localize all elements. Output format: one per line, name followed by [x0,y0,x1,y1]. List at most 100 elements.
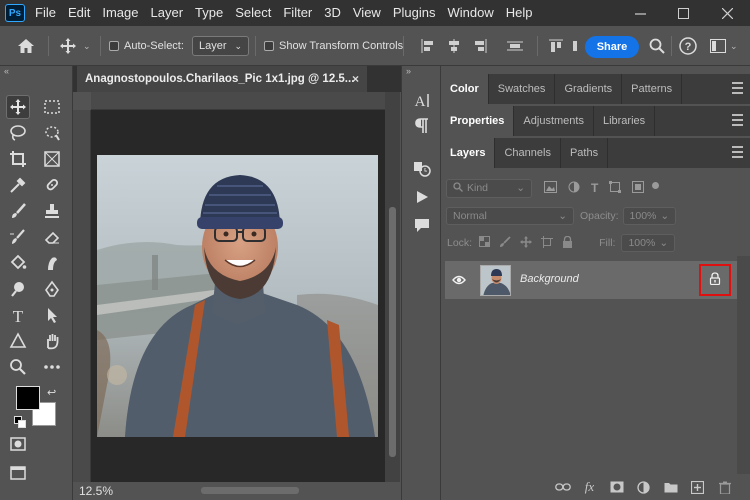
filter-toggle-icon[interactable] [652,181,660,189]
distribute-icon[interactable] [506,26,524,66]
checkbox-icon[interactable] [264,41,274,51]
document-tab[interactable]: Anagnostopoulos.Charilaos_Pic 1x1.jpg @ … [77,66,367,92]
swap-colors-icon[interactable]: ↩ [47,386,56,399]
tab-gradients[interactable]: Gradients [555,74,623,104]
auto-select-checkbox[interactable]: Auto-Select: [109,26,184,66]
marquee-tool-icon[interactable] [40,95,64,119]
dodge-tool-icon[interactable] [6,277,30,301]
layers-scrollbar[interactable] [737,256,750,474]
panel-menu-icon[interactable] [732,146,743,158]
clone-stamp-tool-icon[interactable] [40,199,64,223]
panel-menu-icon[interactable] [732,82,743,94]
tab-libraries[interactable]: Libraries [594,106,656,136]
lock-position-icon[interactable] [520,235,533,251]
link-layers-icon[interactable] [549,477,576,497]
collapse-panel-icon[interactable]: » [406,66,411,76]
screen-mode-icon[interactable] [6,461,30,485]
foreground-color-swatch[interactable] [16,386,40,410]
history-brush-tool-icon[interactable] [6,225,30,249]
character-panel-icon[interactable]: A [412,90,432,110]
tab-adjustments[interactable]: Adjustments [514,106,594,136]
filter-kind-dropdown[interactable]: Kind ⌄ [446,178,532,198]
zoom-level[interactable]: 12.5% [79,484,113,498]
opacity-field[interactable]: 100% ⌄ [622,207,677,225]
tab-color[interactable]: Color [441,74,489,104]
comments-panel-icon[interactable] [412,215,432,235]
align-right-icon[interactable] [472,26,488,66]
photoshop-logo[interactable]: Ps [5,4,25,22]
layer-name[interactable]: Background [520,273,579,285]
move-tool-icon[interactable] [6,95,30,119]
quick-mask-icon[interactable] [6,432,30,456]
show-transform-controls-checkbox[interactable]: Show Transform Controls [264,26,403,66]
horizontal-scroll-thumb[interactable] [201,487,299,494]
lock-artboard-icon[interactable] [541,235,554,251]
close-icon[interactable]: × [352,72,359,86]
path-selection-tool-icon[interactable] [40,303,64,327]
close-window-icon[interactable] [713,0,741,26]
workspace-icon[interactable]: ⌄ [710,26,738,66]
actions-play-icon[interactable] [412,187,432,207]
fill-field[interactable]: 100% ⌄ [621,234,676,252]
new-layer-icon[interactable] [684,477,711,497]
minimize-icon[interactable] [626,0,654,26]
checkbox-icon[interactable] [109,41,119,51]
shape-filter-icon[interactable] [609,180,622,196]
menu-type[interactable]: Type [189,0,229,26]
tab-channels[interactable]: Channels [495,138,561,168]
menu-select[interactable]: Select [229,0,277,26]
triangle-shape-tool-icon[interactable] [6,329,30,353]
adjustment-filter-icon[interactable] [568,181,580,196]
more-tools-icon[interactable] [40,355,64,379]
menu-layer[interactable]: Layer [145,0,190,26]
lock-transparent-pixels-icon[interactable] [479,236,491,250]
canvas-image[interactable] [97,155,378,437]
frame-tool-icon[interactable] [40,147,64,171]
pen-tool-icon[interactable] [40,277,64,301]
menu-filter[interactable]: Filter [277,0,318,26]
menu-edit[interactable]: Edit [62,0,96,26]
lasso-tool-icon[interactable] [6,121,30,145]
maximize-icon[interactable] [669,0,697,26]
blend-mode-dropdown[interactable]: Normal ⌄ [446,207,574,225]
history-panel-icon[interactable] [412,159,432,179]
menu-help[interactable]: Help [500,0,539,26]
new-group-icon[interactable] [657,477,684,497]
tab-layers[interactable]: Layers [441,138,496,168]
chevron-down-icon[interactable]: ⌄ [83,41,91,52]
type-tool-icon[interactable]: T [6,303,30,327]
add-mask-icon[interactable] [603,477,630,497]
brush-tool-icon[interactable] [6,199,30,223]
menu-3d[interactable]: 3D [318,0,347,26]
zoom-tool-icon[interactable] [6,355,30,379]
eye-visibility-icon[interactable] [452,274,466,288]
quick-selection-tool-icon[interactable] [40,121,64,145]
help-icon[interactable]: ? [679,26,697,66]
align-left-icon[interactable] [420,26,436,66]
layer-thumbnail[interactable] [480,265,511,296]
pixel-filter-icon[interactable] [544,180,557,196]
menu-plugins[interactable]: Plugins [387,0,442,26]
tab-swatches[interactable]: Swatches [489,74,556,104]
lock-all-icon[interactable] [562,235,573,251]
menu-view[interactable]: View [347,0,387,26]
menu-file[interactable]: File [29,0,62,26]
lock-image-pixels-icon[interactable] [499,235,511,251]
smudge-tool-icon[interactable] [40,251,64,275]
tab-paths[interactable]: Paths [561,138,609,168]
spot-healing-tool-icon[interactable] [40,173,64,197]
panel-menu-icon[interactable] [732,114,743,126]
eyedropper-tool-icon[interactable] [6,173,30,197]
adjustment-layer-icon[interactable] [630,477,657,497]
eraser-tool-icon[interactable] [40,225,64,249]
tab-properties[interactable]: Properties [441,106,515,136]
collapse-panel-icon[interactable]: « [4,66,9,76]
layer-style-fx-icon[interactable]: fx [576,477,603,497]
auto-select-target-dropdown[interactable]: Layer ⌄ [192,36,250,56]
move-tool-preset-icon[interactable]: ⌄ [59,26,91,66]
delete-layer-icon[interactable] [711,477,738,497]
type-filter-icon[interactable]: T [591,181,598,195]
chevron-down-icon[interactable]: ⌄ [730,41,738,52]
smart-object-filter-icon[interactable] [632,180,645,196]
crop-tool-icon[interactable] [6,147,30,171]
